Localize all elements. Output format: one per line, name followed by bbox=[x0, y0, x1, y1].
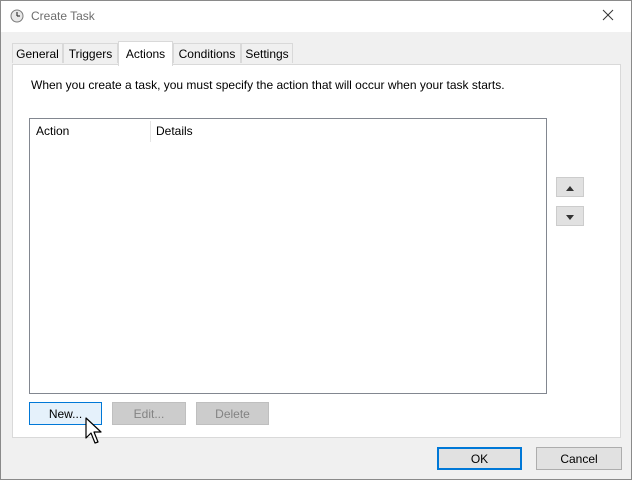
close-icon bbox=[602, 9, 614, 24]
delete-action-button[interactable]: Delete bbox=[196, 402, 269, 425]
ok-button[interactable]: OK bbox=[437, 447, 522, 470]
actions-description: When you create a task, you must specify… bbox=[31, 78, 505, 92]
actions-list[interactable]: Action Details bbox=[29, 118, 547, 394]
column-header-action[interactable]: Action bbox=[30, 119, 150, 142]
cancel-button[interactable]: Cancel bbox=[536, 447, 622, 470]
tab-conditions[interactable]: Conditions bbox=[173, 43, 241, 63]
mouse-cursor-icon bbox=[85, 417, 105, 445]
actions-tab-panel: When you create a task, you must specify… bbox=[12, 64, 621, 438]
tab-actions[interactable]: Actions bbox=[118, 41, 173, 66]
triangle-down-icon bbox=[566, 209, 574, 223]
tab-general[interactable]: General bbox=[12, 43, 63, 63]
clock-icon bbox=[10, 9, 24, 23]
window-title: Create Task bbox=[31, 9, 95, 23]
close-button[interactable] bbox=[585, 1, 631, 32]
tab-strip: General Triggers Actions Conditions Sett… bbox=[12, 41, 622, 66]
move-down-button[interactable] bbox=[556, 206, 584, 226]
tab-triggers[interactable]: Triggers bbox=[63, 43, 118, 63]
triangle-up-icon bbox=[566, 180, 574, 194]
column-header-details[interactable]: Details bbox=[150, 119, 350, 142]
title-bar[interactable]: Create Task bbox=[1, 1, 631, 32]
tab-settings[interactable]: Settings bbox=[241, 43, 293, 63]
create-task-window: Create Task General Triggers Actions Con… bbox=[0, 0, 632, 480]
move-up-button[interactable] bbox=[556, 177, 584, 197]
edit-action-button[interactable]: Edit... bbox=[112, 402, 186, 425]
